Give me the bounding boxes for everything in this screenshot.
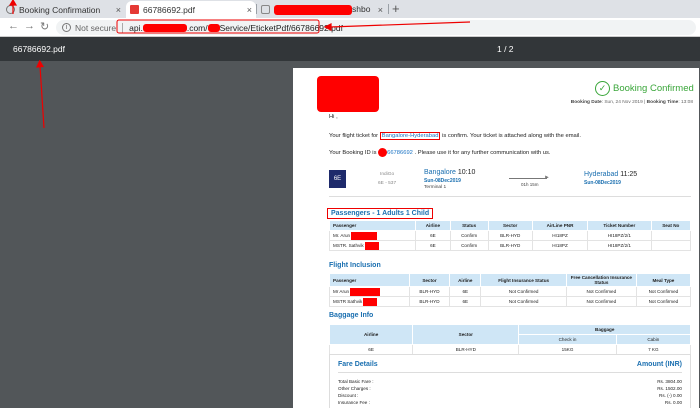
from-terminal: Terminal 1 bbox=[424, 185, 447, 190]
close-tab-icon[interactable]: × bbox=[116, 5, 121, 15]
flight-duration: 01h 15m bbox=[521, 182, 539, 187]
tab-divider bbox=[388, 4, 389, 14]
column-header: AirLine PNR bbox=[531, 220, 589, 231]
url-text: api. .com/Service/EticketPdf/66786692.pdf bbox=[129, 22, 343, 33]
column-header: Free Cancellation Insurance Status bbox=[565, 273, 637, 287]
redaction bbox=[207, 24, 220, 33]
column-subheader: Check in bbox=[518, 334, 617, 345]
new-tab-button[interactable]: + bbox=[392, 0, 400, 17]
route-link[interactable]: Bangalore-Hyderabad bbox=[379, 132, 441, 140]
tab-booking-confirmation[interactable]: Booking Confirmation × bbox=[2, 1, 125, 18]
tab-dashboard[interactable]: shbo × bbox=[257, 1, 387, 18]
fare-details: Fare Details Amount (INR) Total Basic Fa… bbox=[329, 354, 691, 408]
column-header: Meal Type bbox=[635, 273, 692, 287]
column-header: Passenger bbox=[329, 220, 416, 231]
tab-label: shbo bbox=[274, 4, 378, 15]
column-header: Airline bbox=[415, 220, 451, 231]
booking-id-line: Your Booking ID is 66786692 . Please use… bbox=[329, 148, 551, 157]
from-date: Sun-08Dec2019 bbox=[424, 178, 461, 184]
booking-id: 66786692 bbox=[387, 150, 413, 157]
redaction bbox=[363, 297, 378, 306]
greeting: Hi , bbox=[329, 114, 338, 120]
passengers-title: Passengers - 1 Adults 1 Child bbox=[327, 208, 434, 219]
column-header: Seat No bbox=[650, 220, 692, 231]
redaction bbox=[350, 287, 381, 296]
omnibox-divider bbox=[122, 22, 124, 33]
divider bbox=[338, 372, 682, 373]
check-circle-icon: ✓ bbox=[595, 81, 610, 96]
divider bbox=[329, 196, 691, 197]
info-icon[interactable]: i bbox=[62, 23, 71, 32]
duration-line bbox=[509, 178, 547, 179]
url-field[interactable]: i Not secure api. .com/Service/EticketPdf… bbox=[56, 20, 696, 35]
redacted-logo bbox=[317, 76, 379, 112]
reload-icon[interactable]: ↻ bbox=[40, 20, 49, 33]
pdf-toolbar: 66786692.pdf 1 / 2 bbox=[0, 37, 700, 61]
table-row: Mr. Arun 6E Confirm BLR-HYD HI18PZ HI18P… bbox=[329, 230, 692, 241]
arrow-right-icon: ► bbox=[544, 175, 550, 181]
page-icon bbox=[261, 5, 270, 14]
booking-datetime: Booking Date: Sun, 24 Nov 2019 | Booking… bbox=[570, 100, 693, 105]
tab-label: Booking Confirmation bbox=[19, 4, 101, 15]
fare-title: Fare Details bbox=[338, 361, 378, 368]
redaction bbox=[351, 231, 378, 240]
security-label: Not secure bbox=[75, 22, 117, 33]
globe-icon bbox=[6, 5, 15, 14]
baggage-title: Baggage Info bbox=[329, 312, 374, 319]
column-header: Ticket Number bbox=[587, 220, 652, 231]
table-row: MSTR Sathvik BLR-HYD 6E Not Confirmed No… bbox=[329, 296, 692, 307]
column-header: Flight Insurance Status bbox=[480, 273, 567, 287]
fare-row: Other Charges : Rs. 1502.00 bbox=[338, 386, 682, 391]
column-header: Passenger bbox=[329, 273, 410, 287]
tab-label: 66786692.pdf bbox=[143, 4, 195, 15]
fare-row: Total Basic Fare : Rs. 3804.00 bbox=[338, 379, 682, 384]
inclusion-title: Flight Inclusion bbox=[329, 262, 381, 269]
back-icon[interactable]: ← bbox=[8, 20, 19, 32]
redaction bbox=[378, 148, 388, 157]
address-bar: ← → ↻ i Not secure api. .com/Service/Etic… bbox=[0, 18, 700, 37]
airline-name: IndiGo bbox=[380, 172, 395, 177]
tab-pdf[interactable]: 66786692.pdf × bbox=[126, 1, 256, 18]
inclusion-table: Passenger Sector Airline Flight Insuranc… bbox=[329, 273, 692, 307]
table-row: Mr Arun BLR-HYD 6E Not Confirmed Not Con… bbox=[329, 286, 692, 297]
confirm-message: Your flight ticket for Bangalore-Hyderab… bbox=[329, 132, 581, 140]
to-date: Sun-08Dec2019 bbox=[584, 180, 621, 186]
page-counter: 1 / 2 bbox=[497, 44, 514, 54]
column-header: Baggage bbox=[518, 324, 691, 335]
fare-row: Discount : Rs. (-) 0.00 bbox=[338, 393, 682, 398]
pdf-filename: 66786692.pdf bbox=[13, 44, 65, 54]
column-header: Sector bbox=[412, 324, 520, 345]
fare-row: Insurance Fee : Rs. 0.00 bbox=[338, 400, 682, 405]
column-header: Status bbox=[449, 220, 489, 231]
close-tab-icon[interactable]: × bbox=[378, 5, 383, 15]
tab-strip: Booking Confirmation × 66786692.pdf × sh… bbox=[0, 0, 700, 18]
redaction bbox=[274, 4, 352, 15]
from-city: Bangalore 10:10 bbox=[424, 169, 476, 176]
redaction bbox=[142, 24, 187, 33]
table-row: MSTR. Sathvik 6E Confirm BLR-HYD HI18PZ … bbox=[329, 240, 692, 251]
airline-logo: 6E bbox=[329, 170, 346, 188]
close-tab-icon[interactable]: × bbox=[247, 5, 252, 15]
passengers-table: Passenger Airline Status Sector AirLine … bbox=[329, 220, 692, 251]
table-row: 6E BLR-HYD 15KG 7 KG bbox=[328, 344, 692, 355]
fare-amount-title: Amount (INR) bbox=[636, 361, 682, 368]
redaction bbox=[364, 241, 379, 250]
column-header: Sector bbox=[487, 220, 533, 231]
column-header: Airline bbox=[328, 324, 414, 345]
column-header: Sector bbox=[408, 273, 451, 287]
pdf-icon bbox=[130, 5, 139, 14]
forward-icon[interactable]: → bbox=[24, 20, 35, 32]
flight-number: 6E - 537 bbox=[378, 181, 397, 186]
baggage-table: Airline Sector Baggage Check in Cabin 6E… bbox=[328, 324, 692, 355]
booking-status: ✓ Booking Confirmed bbox=[595, 81, 694, 96]
pdf-page: ✓ Booking Confirmed Booking Date: Sun, 2… bbox=[293, 68, 699, 408]
column-header: Airline bbox=[449, 273, 482, 287]
to-city: Hyderabad 11:25 bbox=[584, 171, 638, 178]
column-subheader: Cabin bbox=[615, 334, 692, 345]
